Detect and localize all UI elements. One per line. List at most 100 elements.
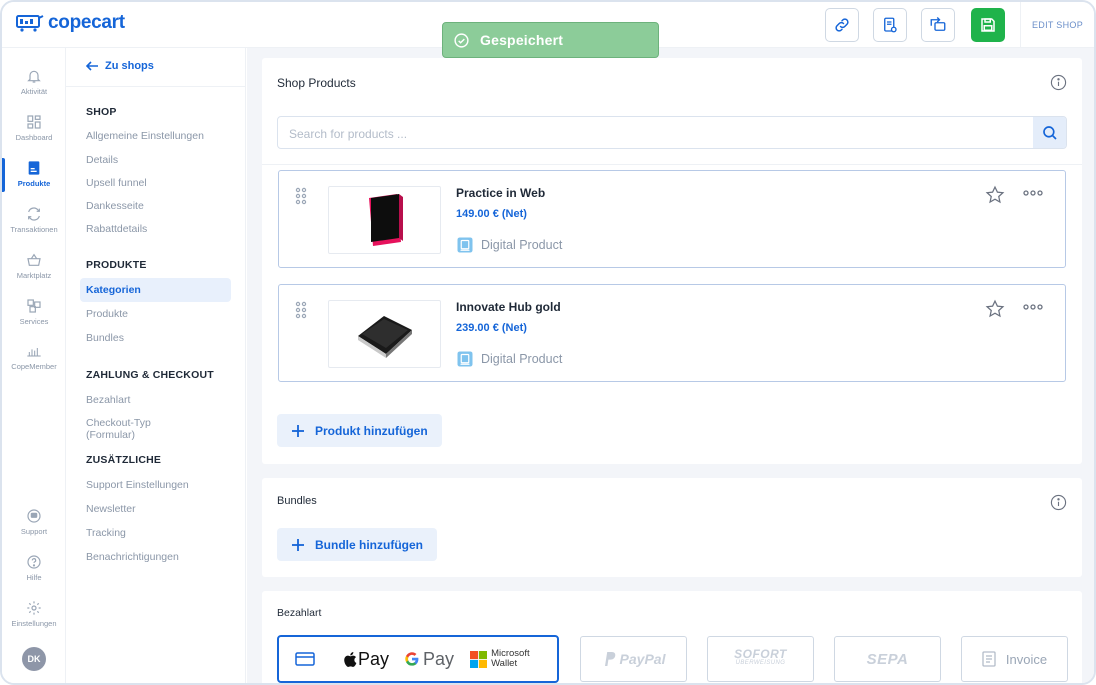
sidebar-item-details[interactable]: Details: [86, 154, 118, 166]
sidebar-item-bezahlart[interactable]: Bezahlart: [86, 394, 130, 406]
product-book-image: [357, 316, 412, 358]
main-content: Shop Products Search for products ... Pr…: [247, 48, 1094, 683]
paypal-icon: [604, 652, 615, 666]
transactions-icon: [28, 207, 40, 221]
share-screen-icon: [930, 17, 946, 31]
app-window: copecart EDIT SHOP Gespeichert Aktivität…: [0, 0, 1096, 685]
sidebar-item-produkte[interactable]: Produkte: [86, 308, 128, 320]
rail-item-marktplatz[interactable]: Marktplatz: [2, 244, 66, 288]
saved-toast: Gespeichert: [442, 22, 659, 58]
sepa-payment-option[interactable]: SEPA: [834, 636, 941, 682]
sidebar-item-kategorien[interactable]: Kategorien: [80, 278, 231, 302]
document-eye-icon: [884, 17, 897, 33]
basket-icon: [27, 253, 41, 266]
product-name[interactable]: Innovate Hub gold: [456, 300, 561, 314]
logo[interactable]: copecart: [16, 12, 125, 34]
rail-item-hilfe[interactable]: Hilfe: [2, 546, 66, 590]
product-thumbnail: [328, 300, 441, 368]
search-icon: [1042, 125, 1057, 140]
plus-icon: [292, 538, 304, 551]
rail-item-services[interactable]: Services: [2, 290, 66, 334]
wallet-payment-option[interactable]: Pay Pay Microsoft Wallet: [277, 635, 559, 683]
copy-link-button[interactable]: [825, 8, 859, 42]
rail-item-copemember[interactable]: CopeMember: [2, 336, 66, 380]
rail-item-support[interactable]: Support: [2, 500, 66, 544]
sidebar-item-allgemeine-einstellungen[interactable]: Allgemeine Einstellungen: [86, 130, 204, 142]
card-title: Bundles: [277, 495, 317, 507]
shop-sidebar: Zu shops SHOP Allgemeine Einstellungen D…: [66, 48, 246, 683]
rail-item-produkte[interactable]: Produkte: [2, 152, 66, 196]
info-icon[interactable]: [1050, 74, 1067, 91]
back-to-shops-link[interactable]: Zu shops: [86, 60, 154, 72]
cart-logo-icon: [16, 15, 44, 32]
bundles-card: Bundles Bundle hinzufügen: [262, 478, 1082, 577]
product-price: 149.00 € (Net): [456, 208, 527, 220]
product-thumbnail: [328, 186, 441, 254]
search-input[interactable]: Search for products ...: [289, 127, 407, 141]
product-name[interactable]: Practice in Web: [456, 186, 545, 200]
product-icon: [28, 161, 40, 175]
plus-icon: [292, 424, 304, 437]
support-icon: [27, 509, 41, 523]
more-options-icon[interactable]: [1023, 189, 1043, 197]
google-pay-logo: Pay: [404, 649, 454, 670]
digital-product-icon: [457, 237, 473, 253]
gear-icon: [27, 601, 41, 615]
sidebar-item-rabattdetails[interactable]: Rabattdetails: [86, 223, 147, 235]
rail-item-einstellungen[interactable]: Einstellungen: [2, 592, 66, 636]
microsoft-wallet-logo: Microsoft Wallet: [470, 649, 530, 669]
sidebar-item-bundles[interactable]: Bundles: [86, 332, 124, 344]
card-title: Bezahlart: [277, 607, 322, 619]
sidebar-item-checkout-typ[interactable]: Checkout-Typ: [86, 417, 151, 429]
invoice-payment-option[interactable]: Invoice: [961, 636, 1068, 682]
add-product-button[interactable]: Produkt hinzufügen: [277, 414, 442, 447]
publish-button[interactable]: [921, 8, 955, 42]
check-circle-icon: [454, 32, 469, 48]
shop-products-card: Shop Products Search for products ... Pr…: [262, 58, 1082, 464]
sidebar-item-benachrichtigungen[interactable]: Benachrichtigungen: [86, 551, 179, 563]
save-button[interactable]: [971, 8, 1005, 42]
more-options-icon[interactable]: [1023, 303, 1043, 311]
sidebar-item-support-einstellungen[interactable]: Support Einstellungen: [86, 479, 189, 491]
product-type: Digital Product: [456, 236, 562, 254]
product-row[interactable]: Practice in Web 149.00 € (Net) Digital P…: [278, 170, 1066, 268]
search-button[interactable]: [1033, 117, 1066, 148]
payment-card: Bezahlart Pay Pay Microsoft Wallet PayPa…: [262, 591, 1082, 683]
sidebar-heading-produkte: PRODUKTE: [86, 259, 147, 271]
drag-handle-icon[interactable]: [295, 301, 307, 319]
rail-item-dashboard[interactable]: Dashboard: [2, 106, 66, 150]
digital-product-icon: [457, 351, 473, 367]
credit-card-icon: [295, 652, 315, 666]
microsoft-icon: [470, 650, 488, 668]
product-search: Search for products ...: [277, 116, 1067, 149]
product-box-image: [368, 194, 403, 246]
services-icon: [27, 299, 41, 313]
sidebar-item-dankesseite[interactable]: Dankesseite: [86, 200, 144, 212]
info-icon[interactable]: [1050, 494, 1067, 511]
sidebar-item-checkout-typ-formular[interactable]: (Formular): [86, 429, 135, 441]
sidebar-item-tracking[interactable]: Tracking: [86, 527, 126, 539]
google-g-icon: [405, 652, 419, 666]
product-row[interactable]: Innovate Hub gold 239.00 € (Net) Digital…: [278, 284, 1066, 382]
help-icon: [27, 555, 41, 569]
apple-icon: [344, 651, 357, 667]
sidebar-item-newsletter[interactable]: Newsletter: [86, 503, 136, 515]
sofort-payment-option[interactable]: SOFORT ÜBERWEISUNG: [707, 636, 814, 682]
sidebar-heading-zahlung: ZAHLUNG & CHECKOUT: [86, 369, 214, 381]
rail-item-aktivitaet[interactable]: Aktivität: [2, 60, 66, 104]
user-avatar[interactable]: DK: [22, 647, 46, 671]
sidebar-item-upsell-funnel[interactable]: Upsell funnel: [86, 177, 147, 189]
drag-handle-icon[interactable]: [295, 187, 307, 205]
star-icon[interactable]: [985, 299, 1005, 319]
card-title: Shop Products: [277, 76, 356, 90]
arrow-left-icon: [86, 61, 98, 71]
card-divider: [262, 164, 1082, 165]
rail-item-transaktionen[interactable]: Transaktionen: [2, 198, 66, 242]
add-bundle-button[interactable]: Bundle hinzufügen: [277, 528, 437, 561]
edit-shop-link[interactable]: EDIT SHOP: [1020, 2, 1094, 48]
logo-text: copecart: [48, 12, 125, 33]
preview-button[interactable]: [873, 8, 907, 42]
star-icon[interactable]: [985, 185, 1005, 205]
paypal-payment-option[interactable]: PayPal: [580, 636, 687, 682]
apple-pay-logo: Pay: [343, 649, 389, 670]
